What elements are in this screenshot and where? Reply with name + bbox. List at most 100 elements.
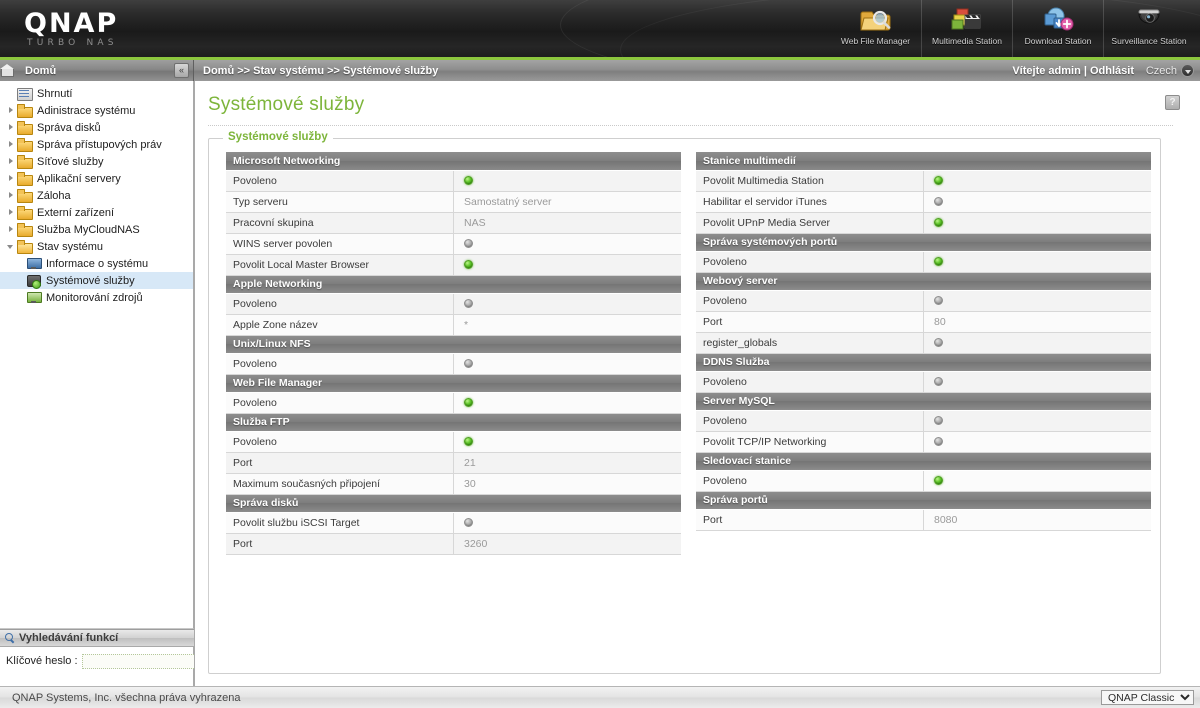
app-shortcut-surveillance-station[interactable]: Surveillance Station xyxy=(1103,0,1194,57)
folder-icon xyxy=(17,206,33,220)
folder-open-icon xyxy=(17,240,33,254)
row-label: Povolit Multimedia Station xyxy=(696,170,924,192)
section-header-label: Web File Manager xyxy=(226,374,681,393)
table-row: Port 21 xyxy=(226,452,681,474)
row-label: Povolit TCP/IP Networking xyxy=(696,431,924,453)
help-button[interactable]: ? xyxy=(1165,95,1180,110)
section-header-row: Apple Networking xyxy=(226,275,681,294)
chevron-right-icon[interactable] xyxy=(6,156,17,167)
sidebar-item-1[interactable]: Adinistrace systému xyxy=(0,102,193,119)
row-label: Port xyxy=(226,452,454,474)
home-tab[interactable]: Domů « xyxy=(0,60,194,81)
theme-selector[interactable]: QNAP Classic xyxy=(1101,690,1194,705)
sidebar-item-label: Informace o systému xyxy=(46,257,149,270)
app-shortcut-download-station[interactable]: Download Station xyxy=(1012,0,1103,57)
section-header-row: Microsoft Networking xyxy=(226,152,681,171)
sidebar-item-label: Shrnutí xyxy=(37,87,73,100)
status-led-on-icon xyxy=(934,256,943,266)
row-value xyxy=(923,191,1151,213)
qnap-logo: QNAP xyxy=(24,8,119,39)
chevron-down-icon[interactable] xyxy=(1181,64,1194,77)
sidebar-item-label: Monitorování zdrojů xyxy=(46,291,143,304)
user-session-area[interactable]: Vítejte admin | Odhlásit xyxy=(1012,60,1134,81)
row-value: 80 xyxy=(923,311,1151,333)
table-row: Port 80 xyxy=(696,311,1151,333)
multimedia-station-icon xyxy=(950,6,984,34)
table-row: Povoleno xyxy=(226,353,681,375)
section-header-label: Stanice multimedií xyxy=(696,152,1151,171)
row-value xyxy=(453,233,681,255)
sidebar-item-10[interactable]: Informace o systému xyxy=(0,255,193,272)
app-shortcut-label: Download Station xyxy=(1024,36,1092,46)
chevron-right-icon[interactable] xyxy=(6,224,17,235)
row-value xyxy=(923,332,1151,354)
folder-icon xyxy=(17,155,33,169)
row-value xyxy=(923,290,1151,312)
chevron-down-icon[interactable] xyxy=(6,241,17,252)
chevron-right-icon[interactable] xyxy=(6,207,17,218)
table-row: Povoleno xyxy=(696,251,1151,273)
status-led-off-icon xyxy=(464,358,473,368)
section-header-label: Webový server xyxy=(696,272,1151,291)
chevron-right-icon[interactable] xyxy=(6,190,17,201)
summary-icon xyxy=(17,87,33,101)
language-selector[interactable]: Czech xyxy=(1146,60,1194,81)
sidebar-item-2[interactable]: Správa disků xyxy=(0,119,193,136)
row-label: Povoleno xyxy=(696,410,924,432)
sidebar-item-11[interactable]: Systémové služby xyxy=(0,272,193,289)
row-value xyxy=(453,170,681,192)
section-header-row: Sledovací stanice xyxy=(696,452,1151,471)
row-value: 3260 xyxy=(453,533,681,555)
sidebar-item-7[interactable]: Externí zařízení xyxy=(0,204,193,221)
chevron-right-icon[interactable] xyxy=(6,105,17,116)
row-label: Typ serveru xyxy=(226,191,454,213)
sidebar-item-3[interactable]: Správa přístupových práv xyxy=(0,136,193,153)
table-row: Habilitar el servidor iTunes xyxy=(696,191,1151,213)
row-value: NAS xyxy=(453,212,681,234)
sidebar-item-9[interactable]: Stav systému xyxy=(0,238,193,255)
row-value: * xyxy=(453,314,681,336)
table-row: Povoleno xyxy=(696,290,1151,312)
row-label: Povolit službu iSCSI Target xyxy=(226,512,454,534)
footer-bar: QNAP Systems, Inc. všechna práva vyhraze… xyxy=(0,686,1200,708)
chevron-right-icon[interactable] xyxy=(6,122,17,133)
sidebar-item-6[interactable]: Záloha xyxy=(0,187,193,204)
table-row: Typ serveru Samostatný server xyxy=(226,191,681,213)
table-row: Povoleno xyxy=(696,371,1151,393)
row-value: Samostatný server xyxy=(453,191,681,213)
function-search-header: Vyhledávání funkcí xyxy=(0,629,194,647)
app-shortcut-web-file-manager[interactable]: Web File Manager xyxy=(830,0,921,57)
folder-icon xyxy=(17,104,33,118)
fieldset-legend: Systémové služby xyxy=(223,131,333,143)
section-header-label: Sledovací stanice xyxy=(696,452,1151,471)
monitor-icon xyxy=(26,257,42,270)
app-shortcut-label: Surveillance Station xyxy=(1111,36,1187,46)
row-label: Habilitar el servidor iTunes xyxy=(696,191,924,213)
sidebar-item-5[interactable]: Aplikační servery xyxy=(0,170,193,187)
main-content: Systémové služby ? Systémové služby Micr… xyxy=(195,81,1200,686)
row-value xyxy=(453,254,681,276)
sidebar-item-0[interactable]: Shrnutí xyxy=(0,85,193,102)
table-row: Povoleno xyxy=(696,470,1151,492)
row-value xyxy=(923,251,1151,273)
home-tab-label: Domů xyxy=(25,64,57,77)
status-led-on-icon xyxy=(934,475,943,485)
row-label: Maximum současných připojení xyxy=(226,473,454,495)
status-led-off-icon xyxy=(934,376,943,386)
chevron-right-icon[interactable] xyxy=(6,173,17,184)
chevron-right-icon[interactable] xyxy=(6,139,17,150)
sidebar-item-8[interactable]: Služba MyCloudNAS xyxy=(0,221,193,238)
sidebar-item-4[interactable]: Síťové služby xyxy=(0,153,193,170)
section-header-row: DDNS Služba xyxy=(696,353,1151,372)
sidebar-item-12[interactable]: Monitorování zdrojů xyxy=(0,289,193,306)
row-value xyxy=(453,353,681,375)
table-row: Povoleno xyxy=(226,392,681,414)
home-icon xyxy=(0,64,15,77)
row-label: WINS server povolen xyxy=(226,233,454,255)
section-header-label: Správa systémových portů xyxy=(696,233,1151,252)
language-label: Czech xyxy=(1145,64,1177,77)
table-row: Povolit Local Master Browser xyxy=(226,254,681,276)
app-shortcut-multimedia-station[interactable]: Multimedia Station xyxy=(921,0,1012,57)
collapse-sidebar-button[interactable]: « xyxy=(174,63,189,78)
